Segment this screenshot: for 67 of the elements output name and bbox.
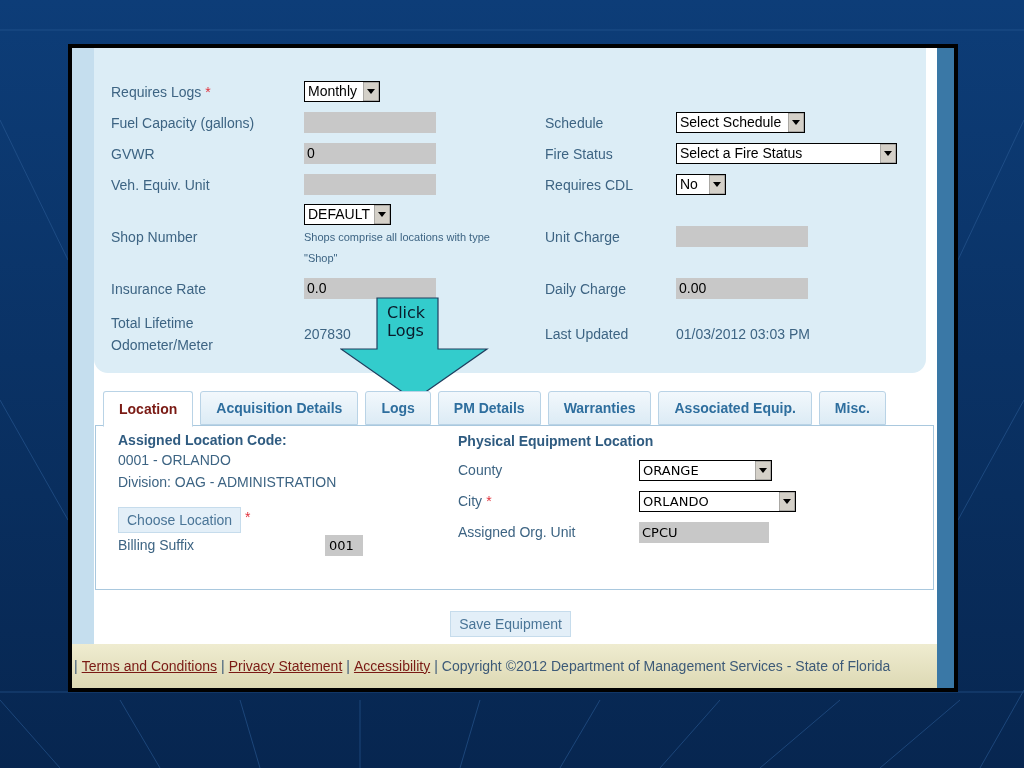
field-label: Last Updated xyxy=(545,325,629,344)
dropdown[interactable]: DEFAULT xyxy=(304,204,391,225)
required-asterisk: * xyxy=(205,83,211,100)
field-value: 01/03/2012 03:03 PM xyxy=(676,324,810,344)
text-field[interactable] xyxy=(676,226,808,247)
footer-separator: | xyxy=(221,656,225,676)
field-label: Insurance Rate xyxy=(111,279,206,299)
dropdown-arrow-icon xyxy=(755,461,771,480)
callout-text: Click Logs xyxy=(387,304,426,340)
tab[interactable]: Logs xyxy=(365,391,431,425)
save-equipment-button[interactable]: Save Equipment xyxy=(450,611,571,637)
required-asterisk: * xyxy=(486,493,492,509)
text-field[interactable]: CPCU xyxy=(639,522,769,543)
footer-separator: | xyxy=(346,656,350,676)
dropdown-arrow-icon xyxy=(709,175,725,194)
field-label: County xyxy=(458,461,503,480)
field-label: Daily Charge xyxy=(545,279,626,299)
footer-link[interactable]: Terms and Conditions xyxy=(81,655,218,677)
field-label: Assigned Org. Unit xyxy=(458,523,576,542)
dropdown-arrow-icon xyxy=(788,113,804,132)
field-label: Schedule xyxy=(545,113,604,133)
dropdown[interactable]: Select Schedule xyxy=(676,112,805,133)
field-label: Fire Status xyxy=(545,144,613,164)
dropdown[interactable]: No xyxy=(676,174,726,195)
field-label: Requires CDL xyxy=(545,175,633,195)
field-label: City xyxy=(458,492,483,511)
copyright-text: Copyright ©2012 Department of Management Services - State of Florida xyxy=(441,656,891,676)
dropdown[interactable]: ORANGE xyxy=(639,460,772,481)
location-text: 0001 - ORLANDO xyxy=(118,451,232,470)
field-label: GVWR xyxy=(111,144,155,164)
field-label: Billing Suffix xyxy=(118,536,195,555)
tab[interactable]: Warranties xyxy=(547,391,652,425)
tab[interactable]: Misc. xyxy=(818,391,886,425)
dropdown-arrow-icon xyxy=(374,205,390,224)
tab[interactable]: PM Details xyxy=(437,391,541,425)
dropdown[interactable]: Monthly xyxy=(304,81,380,102)
field-label: Fuel Capacity (gallons) xyxy=(111,113,255,133)
footer-separator: | xyxy=(434,656,438,676)
section-heading: Assigned Location Code: xyxy=(118,431,288,449)
required-asterisk: * xyxy=(245,508,251,527)
tab[interactable]: Location xyxy=(103,391,194,427)
dropdown-arrow-icon xyxy=(779,492,795,511)
field-label: Shop Number xyxy=(111,227,198,247)
text-field[interactable]: 0.0 xyxy=(304,278,436,299)
help-text: Shops comprise all locations with type "Shop" xyxy=(304,230,491,266)
dropdown[interactable]: Select a Fire Status xyxy=(676,143,897,164)
text-field[interactable]: 0 xyxy=(304,143,436,164)
choose-location-button[interactable]: Choose Location xyxy=(118,507,242,533)
section-heading: Physical Equipment Location xyxy=(458,432,655,451)
dropdown[interactable]: ORLANDO xyxy=(639,491,796,512)
footer-link[interactable]: Accessibility xyxy=(353,655,431,677)
field-label: Veh. Equiv. Unit xyxy=(111,175,210,195)
text-field[interactable]: 0.00 xyxy=(676,278,808,299)
field-label: Unit Charge xyxy=(545,227,620,247)
field-label: Total Lifetime Odometer/Meter xyxy=(111,314,214,355)
field-value: 207830 xyxy=(304,324,351,344)
footer-link[interactable]: Privacy Statement xyxy=(228,655,343,677)
tab[interactable]: Acquisition Details xyxy=(200,391,359,425)
tab[interactable]: Associated Equip. xyxy=(658,391,812,425)
dropdown-arrow-icon xyxy=(363,82,379,101)
field-label: Requires Logs xyxy=(111,82,202,102)
text-field[interactable] xyxy=(304,174,436,195)
footer-separator: | xyxy=(74,656,78,676)
dropdown-arrow-icon xyxy=(880,144,896,163)
text-field[interactable]: 001 xyxy=(325,535,363,556)
location-text: Division: OAG - ADMINISTRATION xyxy=(118,473,338,492)
text-field[interactable] xyxy=(304,112,436,133)
